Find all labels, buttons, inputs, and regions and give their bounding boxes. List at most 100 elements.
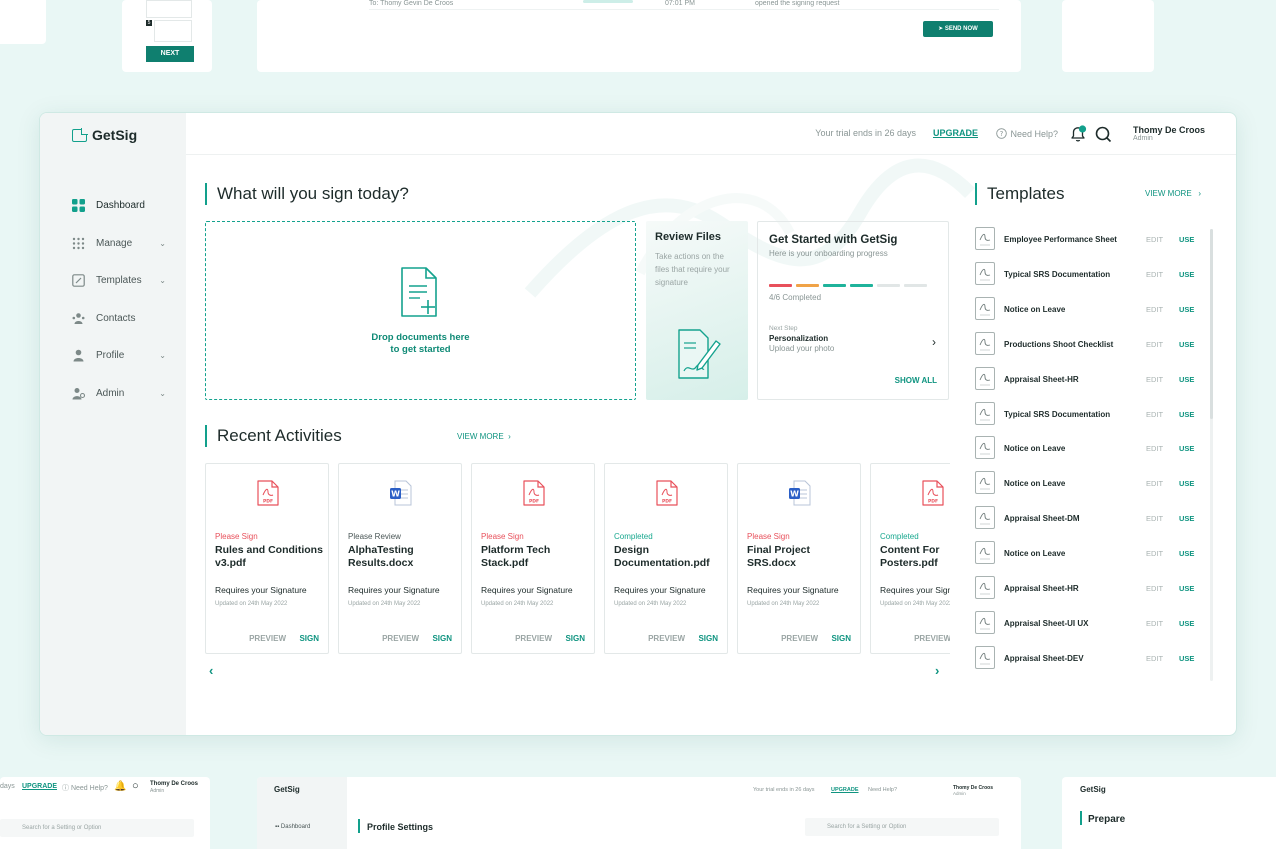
- preview-button[interactable]: PREVIEW: [914, 634, 950, 643]
- activity-requirement: Requires your Signature: [348, 585, 440, 595]
- document-dropzone[interactable]: Drop documents here to get started: [205, 221, 636, 400]
- help-link[interactable]: ? Need Help?: [996, 128, 1058, 139]
- sign-button[interactable]: SIGN: [698, 634, 718, 643]
- template-file-icon: [975, 471, 995, 495]
- app-logo[interactable]: GetSig: [72, 127, 137, 143]
- templates-scrollbar[interactable]: [1210, 229, 1213, 681]
- activity-status: Completed: [614, 532, 653, 541]
- template-row: Appraisal Sheet-DM EDIT USE: [975, 506, 1205, 530]
- activity-card[interactable]: PDF Please Sign Rules and Conditions v3.pd…: [205, 463, 329, 654]
- template-edit-button[interactable]: EDIT: [1146, 375, 1163, 384]
- user-menu[interactable]: Thomy De Croos Admin: [1133, 125, 1205, 142]
- sidebar-item-dashboard[interactable]: Dashboard: [72, 187, 172, 225]
- carousel-next-button[interactable]: ›: [935, 663, 939, 678]
- next-step-title: Personalization: [769, 334, 829, 343]
- template-use-button[interactable]: USE: [1179, 235, 1194, 244]
- template-use-button[interactable]: USE: [1179, 654, 1194, 663]
- carousel-prev-button[interactable]: ‹: [209, 663, 213, 678]
- pdf-file-icon: PDF: [922, 480, 944, 511]
- activity-status: Please Sign: [481, 532, 524, 541]
- template-use-button[interactable]: USE: [1179, 410, 1194, 419]
- page-number: 5: [146, 20, 152, 26]
- template-use-button[interactable]: USE: [1179, 549, 1194, 558]
- template-file-icon: [975, 401, 995, 425]
- template-use-button[interactable]: USE: [1179, 584, 1194, 593]
- templates-view-more-link[interactable]: VIEW MORE ›: [1145, 189, 1201, 198]
- progress-text: 4/6 Completed: [769, 293, 822, 302]
- template-use-button[interactable]: USE: [1179, 375, 1194, 384]
- page-thumbnail: [146, 0, 192, 18]
- template-edit-button[interactable]: EDIT: [1146, 514, 1163, 523]
- template-edit-button[interactable]: EDIT: [1146, 340, 1163, 349]
- background-next-button: NEXT: [146, 46, 194, 62]
- sign-button[interactable]: SIGN: [831, 634, 851, 643]
- preview-button[interactable]: PREVIEW: [648, 634, 685, 643]
- upgrade-link[interactable]: UPGRADE: [933, 128, 978, 138]
- preview-button[interactable]: PREVIEW: [781, 634, 818, 643]
- progress-segment: [904, 284, 927, 287]
- review-files-card[interactable]: Review Files Take actions on the files t…: [646, 221, 748, 400]
- preview-button[interactable]: PREVIEW: [382, 634, 419, 643]
- template-use-button[interactable]: USE: [1179, 305, 1194, 314]
- template-use-button[interactable]: USE: [1179, 340, 1194, 349]
- preview-button[interactable]: PREVIEW: [249, 634, 286, 643]
- templates-title: Templates: [975, 183, 1064, 205]
- progress-segment: [796, 284, 819, 287]
- grid-icon: [72, 199, 85, 213]
- template-use-button[interactable]: USE: [1179, 270, 1194, 279]
- preview-button[interactable]: PREVIEW: [515, 634, 552, 643]
- template-file-icon: [975, 541, 995, 565]
- activity-card[interactable]: PDF Completed Design Documentation.pdf Requ…: [604, 463, 728, 654]
- template-edit-button[interactable]: EDIT: [1146, 549, 1163, 558]
- template-edit-button[interactable]: EDIT: [1146, 654, 1163, 663]
- admin-icon: [72, 387, 85, 400]
- sidebar-item-admin[interactable]: Admin ⌄: [72, 375, 172, 413]
- notification-button[interactable]: [1068, 124, 1088, 149]
- page-title: What will you sign today?: [205, 183, 409, 205]
- template-edit-button[interactable]: EDIT: [1146, 410, 1163, 419]
- activity-status: Completed: [880, 532, 919, 541]
- activity-card[interactable]: W Please Sign Final Project SRS.docx Requir…: [737, 463, 861, 654]
- sidebar-item-templates[interactable]: Templates ⌄: [72, 262, 172, 300]
- sign-button[interactable]: SIGN: [565, 634, 585, 643]
- template-name: Appraisal Sheet-HR: [1004, 584, 1079, 593]
- search-icon: [1095, 126, 1112, 143]
- template-use-button[interactable]: USE: [1179, 619, 1194, 628]
- template-edit-button[interactable]: EDIT: [1146, 305, 1163, 314]
- template-edit-button[interactable]: EDIT: [1146, 444, 1163, 453]
- activity-status: Please Review: [348, 532, 401, 541]
- template-row: Appraisal Sheet-UI UX EDIT USE: [975, 610, 1205, 635]
- activity-status: Please Sign: [215, 532, 258, 541]
- show-all-link[interactable]: SHOW ALL: [895, 376, 937, 385]
- template-edit-button[interactable]: EDIT: [1146, 270, 1163, 279]
- template-edit-button[interactable]: EDIT: [1146, 619, 1163, 628]
- template-edit-button[interactable]: EDIT: [1146, 479, 1163, 488]
- bell-icon: [1071, 125, 1087, 142]
- sign-button[interactable]: SIGN: [432, 634, 452, 643]
- scrollbar-thumb[interactable]: [1210, 229, 1213, 419]
- template-edit-button[interactable]: EDIT: [1146, 584, 1163, 593]
- top-bar: Your trial ends in 26 days UPGRADE ? Nee…: [186, 113, 1236, 155]
- sidebar-item-profile[interactable]: Profile ⌄: [72, 337, 172, 375]
- pdf-file-icon: PDF: [523, 480, 545, 511]
- template-use-button[interactable]: USE: [1179, 514, 1194, 523]
- template-file-icon: [975, 576, 995, 599]
- activity-card[interactable]: W Please Review AlphaTesting Results.docx R…: [338, 463, 462, 654]
- search-button[interactable]: [1095, 126, 1112, 148]
- template-use-button[interactable]: USE: [1179, 479, 1194, 488]
- sign-button[interactable]: SIGN: [299, 634, 319, 643]
- activity-card[interactable]: PDF Please Sign Platform Tech Stack.pdf Req…: [471, 463, 595, 654]
- template-edit-button[interactable]: EDIT: [1146, 235, 1163, 244]
- chevron-down-icon: ⌄: [159, 351, 166, 361]
- background-steps-panel: 5 NEXT: [122, 0, 212, 72]
- trial-status: Your trial ends in 26 days: [815, 128, 916, 138]
- activity-card[interactable]: PDF Completed Content For Posters.pdf Requi…: [870, 463, 950, 654]
- activities-view-more-link[interactable]: VIEW MORE ›: [457, 432, 511, 441]
- template-use-button[interactable]: USE: [1179, 444, 1194, 453]
- next-step-arrow-icon[interactable]: ›: [932, 335, 936, 349]
- sidebar-item-contacts[interactable]: Contacts: [72, 300, 172, 338]
- background-panel-bottom-left: days UPGRADE ⓘ Need Help? 🔔 ○ Thomy De C…: [0, 777, 210, 849]
- edit-icon: [72, 274, 85, 288]
- word-file-icon: W: [789, 480, 811, 511]
- sidebar-item-manage[interactable]: Manage ⌄: [72, 225, 172, 263]
